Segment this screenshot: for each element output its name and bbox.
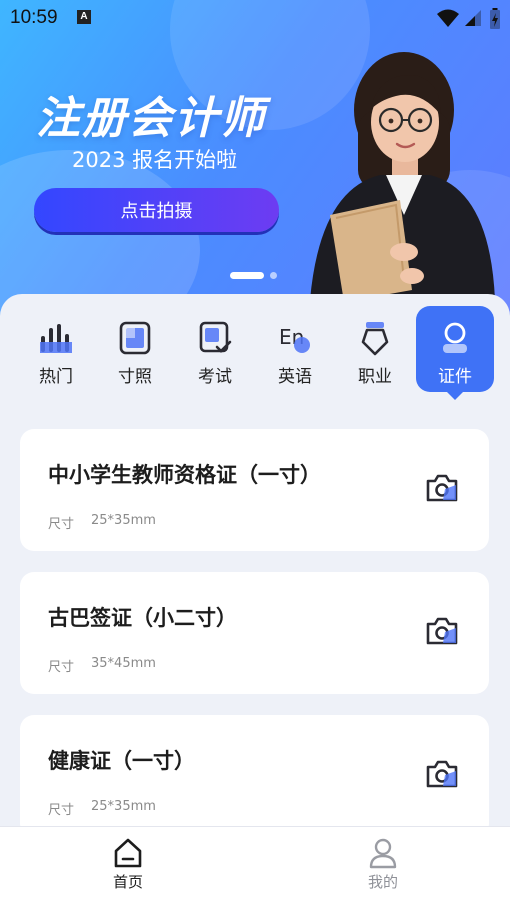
category-label: 证件 xyxy=(438,367,472,387)
promo-banner[interactable]: 10:59 A 注册会计师 2023 报名开始啦 点击拍摄 xyxy=(0,0,510,320)
carousel-indicator[interactable] xyxy=(230,272,277,279)
category-label: 考试 xyxy=(198,367,232,387)
badge-icon xyxy=(361,322,389,356)
size-value: 35*45mm xyxy=(91,656,156,671)
card-title: 健康证（一寸） xyxy=(48,749,195,773)
category-label: 英语 xyxy=(278,367,312,387)
category-id-photo[interactable]: 寸照 xyxy=(95,306,175,392)
banner-subline: 2023 报名开始啦 xyxy=(72,148,238,172)
user-icon xyxy=(369,838,397,869)
size-value: 25*35mm xyxy=(91,799,156,814)
id-person-icon xyxy=(443,322,467,353)
photo-spec-card[interactable]: 健康证（一寸） 尺寸 25*35mm xyxy=(20,715,489,826)
size-label: 尺寸 xyxy=(48,517,75,532)
photo-spec-card[interactable]: 古巴签证（小二寸） 尺寸 35*45mm xyxy=(20,572,489,694)
size-label: 尺寸 xyxy=(48,660,75,675)
camera-icon[interactable] xyxy=(425,759,459,789)
category-label: 职业 xyxy=(358,367,392,387)
category-bar: 热门 寸照 考试 En 英语 职业 证件 xyxy=(0,306,510,406)
carousel-dot[interactable] xyxy=(270,272,277,279)
tab-profile[interactable]: 我的 xyxy=(343,837,423,892)
category-label: 寸照 xyxy=(118,367,152,387)
bar-chart-icon xyxy=(40,324,72,353)
photo-frame-icon xyxy=(119,321,151,355)
shoot-button[interactable]: 点击拍摄 xyxy=(34,188,279,232)
battery-icon xyxy=(490,8,500,29)
exam-check-icon xyxy=(199,321,232,353)
size-value: 25*35mm xyxy=(91,513,156,528)
home-icon xyxy=(114,838,142,868)
photo-spec-card[interactable]: 中小学生教师资格证（一寸） 尺寸 25*35mm xyxy=(20,429,489,551)
size-label: 尺寸 xyxy=(48,803,75,818)
wifi-icon xyxy=(437,9,459,27)
carousel-dot-active[interactable] xyxy=(230,272,264,279)
tab-label: 我的 xyxy=(367,873,398,891)
model-portrait-image xyxy=(310,52,495,300)
tab-label: 首页 xyxy=(112,873,143,891)
category-exam[interactable]: 考试 xyxy=(175,306,255,392)
notification-a-icon: A xyxy=(77,10,91,24)
category-english[interactable]: En 英语 xyxy=(255,306,335,392)
category-career[interactable]: 职业 xyxy=(335,306,415,392)
camera-icon[interactable] xyxy=(425,616,459,646)
card-title: 中小学生教师资格证（一寸） xyxy=(48,463,321,487)
category-hot[interactable]: 热门 xyxy=(16,306,96,392)
english-icon: En xyxy=(279,325,310,353)
cell-signal-icon xyxy=(465,10,481,26)
category-certificate[interactable]: 证件 xyxy=(416,306,494,400)
tab-home[interactable]: 首页 xyxy=(88,837,168,892)
card-title: 古巴签证（小二寸） xyxy=(48,606,237,630)
bottom-tab-bar: 首页 我的 xyxy=(0,826,510,908)
content-sheet: 热门 寸照 考试 En 英语 职业 证件 中小学生教师资格证（一寸） 尺寸 25… xyxy=(0,294,510,826)
status-time: 10:59 xyxy=(10,7,58,28)
banner-headline: 注册会计师 xyxy=(36,93,266,144)
category-label: 热门 xyxy=(39,367,73,387)
status-bar: 10:59 A xyxy=(0,0,510,36)
camera-icon[interactable] xyxy=(425,473,459,503)
